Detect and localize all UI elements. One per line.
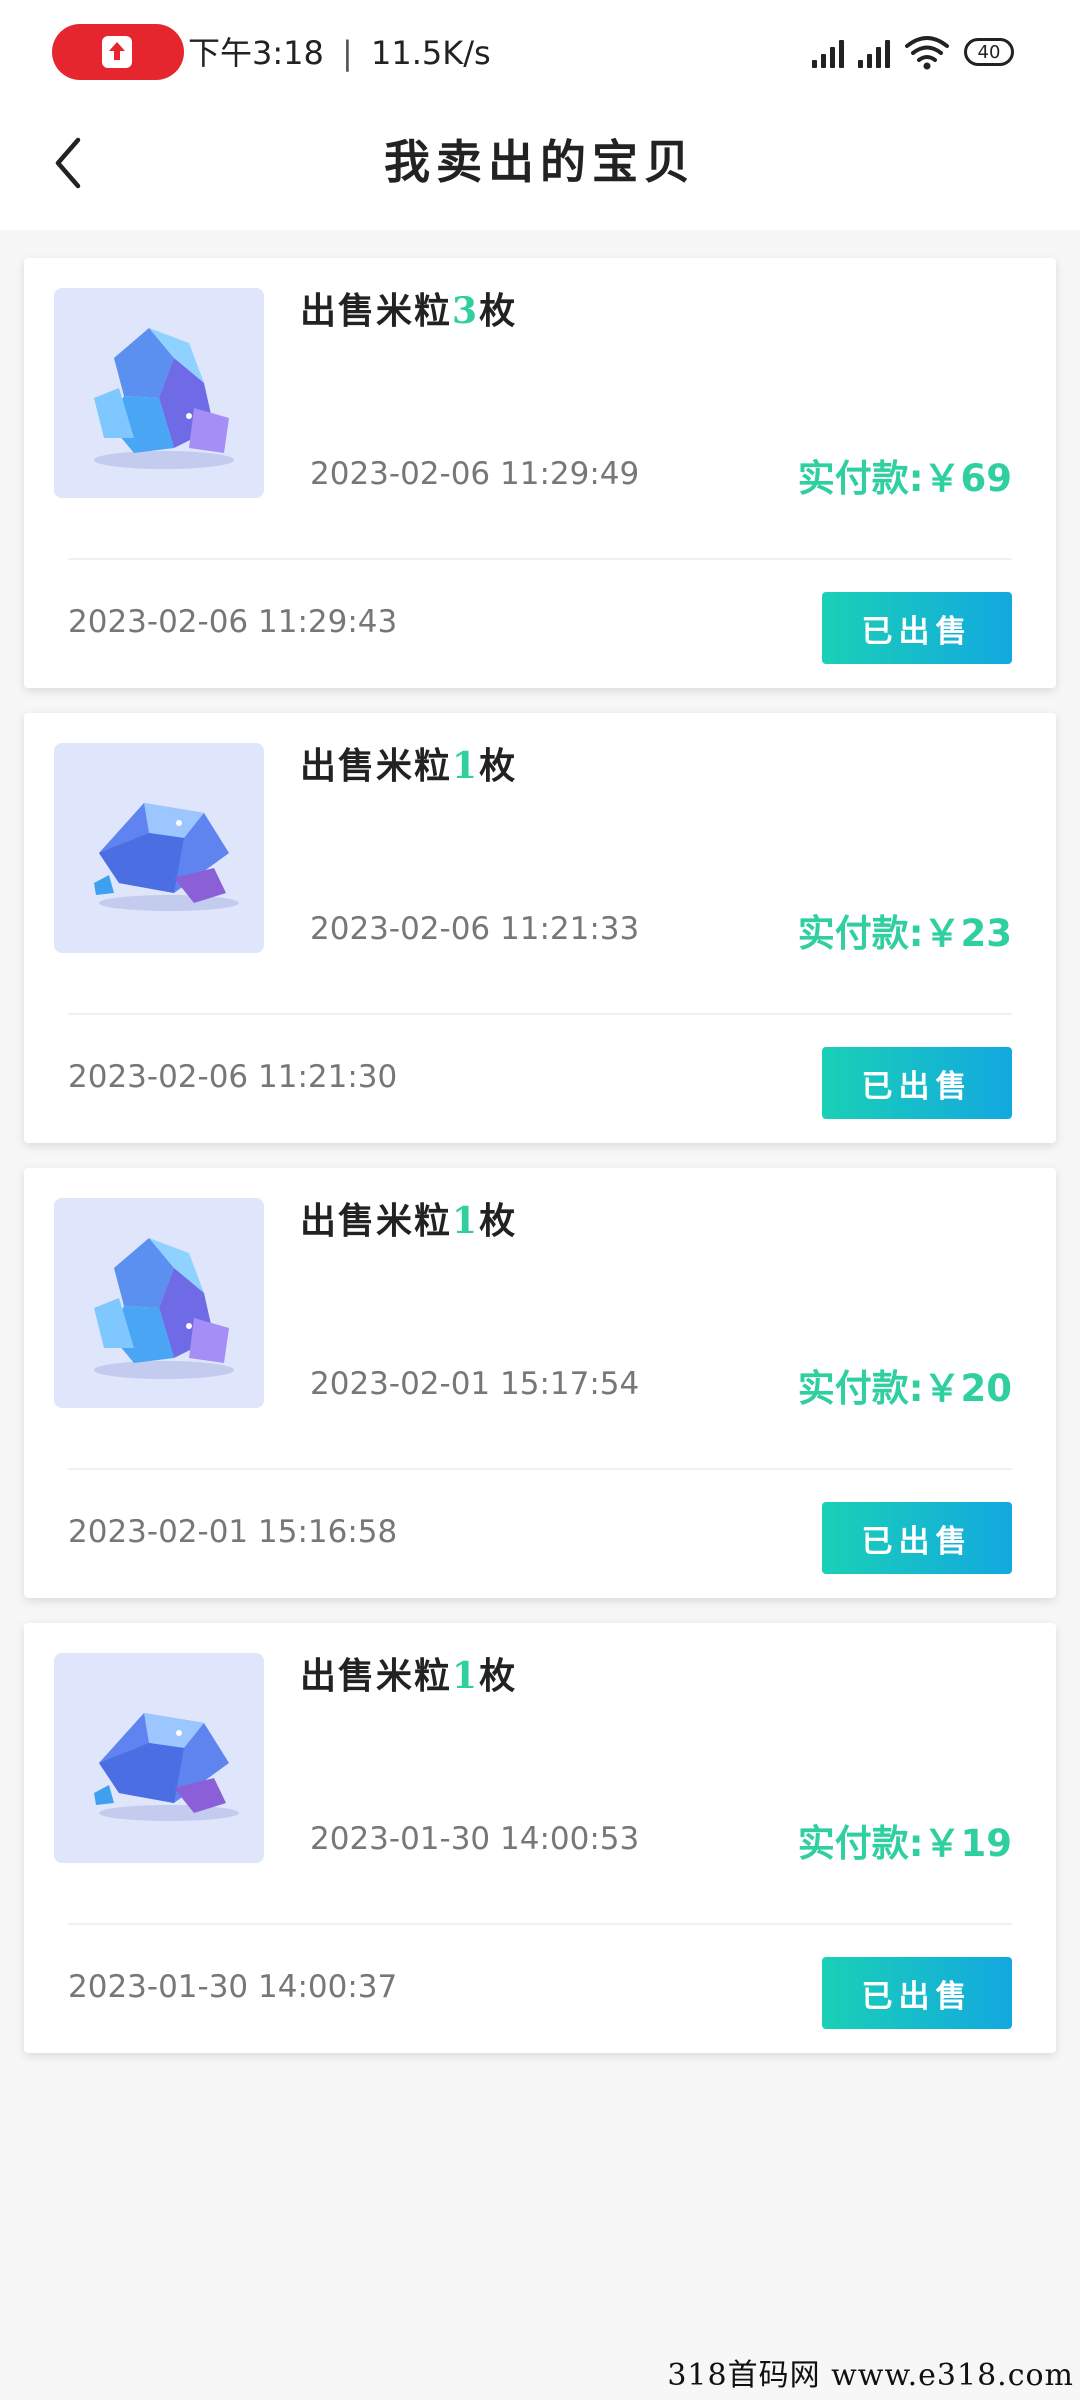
- cellular-signal-2-icon: [858, 36, 890, 68]
- order-title-prefix: 出售米粒: [300, 745, 453, 787]
- divider: [68, 1468, 1012, 1470]
- page-title: 我卖出的宝贝: [384, 135, 696, 189]
- order-time: 2023-02-06 11:29:43: [68, 604, 398, 640]
- status-bar: 下午3:18 | 11.5K/s 40: [0, 0, 1080, 100]
- gemstone-icon: [54, 743, 264, 953]
- order-time: 2023-02-01 15:16:58: [68, 1514, 398, 1550]
- order-card[interactable]: 出售米粒1枚 2023-01-30 14:00:53 实付款:￥19 2023-…: [24, 1623, 1056, 2053]
- cellular-signal-icon: [812, 36, 844, 68]
- order-card[interactable]: 出售米粒1枚 2023-02-06 11:21:33 实付款:￥23 2023-…: [24, 713, 1056, 1143]
- network-speed: 11.5K/s: [371, 34, 491, 72]
- status-time-and-speed: 下午3:18 | 11.5K/s: [188, 28, 491, 74]
- sold-time: 2023-02-06 11:21:33: [310, 911, 640, 947]
- order-title-suffix: 枚: [479, 1655, 518, 1697]
- crystal-cluster-icon: [54, 288, 264, 498]
- sold-time: 2023-01-30 14:00:53: [310, 1821, 640, 1857]
- paid-value: ￥23: [923, 912, 1013, 955]
- order-time: 2023-01-30 14:00:37: [68, 1969, 398, 2005]
- sold-status-button[interactable]: 已出售: [822, 592, 1012, 664]
- order-title-prefix: 出售米粒: [300, 1655, 453, 1697]
- status-separator: |: [342, 34, 353, 72]
- sold-status-button[interactable]: 已出售: [822, 1957, 1012, 2029]
- page-header: 我卖出的宝贝: [0, 100, 1080, 230]
- paid-label: 实付款:: [797, 912, 924, 955]
- crystal-cluster-icon: [54, 1198, 264, 1408]
- sold-status-button[interactable]: 已出售: [822, 1047, 1012, 1119]
- watermark: 318首码网 www.e318.com: [667, 2358, 1074, 2393]
- sold-items-list: 出售米粒3枚 2023-02-06 11:29:49 实付款:￥69 2023-…: [24, 258, 1056, 2078]
- order-time: 2023-02-06 11:21:30: [68, 1059, 398, 1095]
- battery-level: 40: [977, 41, 1001, 63]
- battery-icon: 40: [964, 38, 1014, 66]
- upload-arrow-icon: [102, 36, 132, 68]
- paid-value: ￥19: [923, 1822, 1013, 1865]
- order-title: 出售米粒1枚: [300, 1192, 517, 1244]
- paid-label: 实付款:: [797, 1367, 924, 1410]
- divider: [68, 1013, 1012, 1015]
- divider: [68, 558, 1012, 560]
- status-time: 下午3:18: [188, 34, 324, 72]
- status-icons: 40: [812, 30, 1014, 74]
- order-title: 出售米粒1枚: [300, 737, 517, 789]
- paid-amount: 实付款:￥20: [798, 1358, 1012, 1412]
- paid-amount: 实付款:￥19: [798, 1813, 1012, 1867]
- screen-record-indicator[interactable]: [52, 24, 184, 80]
- paid-amount: 实付款:￥69: [798, 448, 1012, 502]
- paid-label: 实付款:: [797, 1822, 924, 1865]
- order-title: 出售米粒1枚: [300, 1647, 517, 1699]
- wifi-icon: [905, 36, 949, 70]
- order-title-suffix: 枚: [479, 1200, 518, 1242]
- order-title-prefix: 出售米粒: [300, 290, 453, 332]
- order-card[interactable]: 出售米粒1枚 2023-02-01 15:17:54 实付款:￥20 2023-…: [24, 1168, 1056, 1598]
- order-title-suffix: 枚: [479, 290, 518, 332]
- paid-value: ￥69: [923, 457, 1013, 500]
- order-quantity: 1: [452, 745, 480, 787]
- order-quantity: 1: [452, 1655, 480, 1697]
- order-quantity: 1: [452, 1200, 480, 1242]
- sold-time: 2023-02-06 11:29:49: [310, 456, 640, 492]
- paid-amount: 实付款:￥23: [798, 903, 1012, 957]
- paid-label: 实付款:: [797, 457, 924, 500]
- divider: [68, 1923, 1012, 1925]
- paid-value: ￥20: [923, 1367, 1013, 1410]
- sold-time: 2023-02-01 15:17:54: [310, 1366, 640, 1402]
- order-title-prefix: 出售米粒: [300, 1200, 453, 1242]
- order-card[interactable]: 出售米粒3枚 2023-02-06 11:29:49 实付款:￥69 2023-…: [24, 258, 1056, 688]
- order-title: 出售米粒3枚: [300, 282, 517, 334]
- gemstone-icon: [54, 1653, 264, 1863]
- order-quantity: 3: [452, 290, 480, 332]
- sold-status-button[interactable]: 已出售: [822, 1502, 1012, 1574]
- order-title-suffix: 枚: [479, 745, 518, 787]
